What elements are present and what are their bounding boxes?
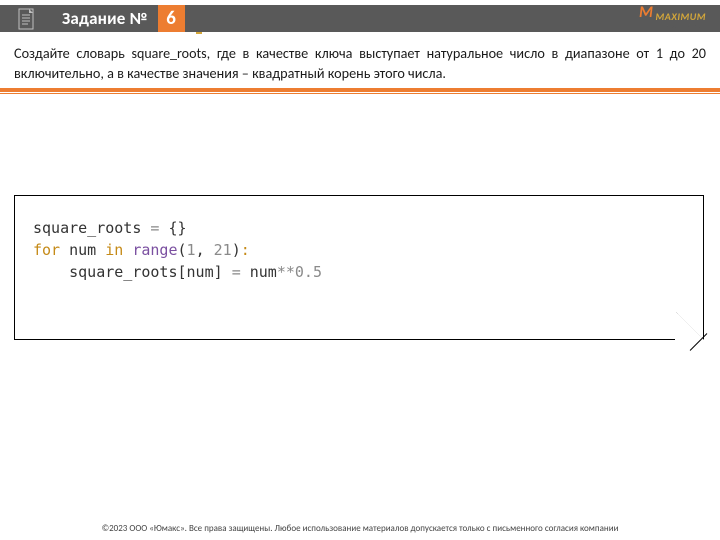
- accent-line: [196, 32, 202, 34]
- code-token: [33, 263, 69, 281]
- code-token: 21: [214, 241, 232, 259]
- code-token: ,: [196, 241, 214, 259]
- code-token: {}: [168, 219, 186, 237]
- logo-subtext: EDUCATION: [666, 22, 704, 30]
- code-token: in: [105, 241, 132, 259]
- code-token: 1: [187, 241, 196, 259]
- code-token: =: [150, 219, 168, 237]
- code-token: num: [250, 263, 277, 281]
- slide: Задание № 6 MMAXIMUM EDUCATION Создайте …: [0, 0, 720, 540]
- prompt-part1: Создайте словарь: [14, 44, 132, 62]
- logo-mark: M: [639, 3, 653, 22]
- prompt-identifier: square_roots: [132, 45, 207, 62]
- task-label: Задание №: [62, 8, 148, 29]
- code-token: square_roots[num]: [69, 263, 232, 281]
- code-token: square_roots: [33, 219, 150, 237]
- code-token: (: [178, 241, 187, 259]
- code-block: square_roots = {} for num in range(1, 21…: [14, 195, 704, 340]
- header-bar: Задание № 6: [0, 5, 720, 32]
- task-prompt: Создайте словарь square_roots, где в кач…: [14, 44, 706, 83]
- divider-thin: [0, 93, 720, 94]
- code-token: ): [232, 241, 241, 259]
- code-token: for: [33, 241, 69, 259]
- code-token: range: [132, 241, 177, 259]
- code-token: :: [241, 241, 250, 259]
- code-content: square_roots = {} for num in range(1, 21…: [33, 218, 685, 283]
- document-icon: [16, 7, 40, 31]
- copyright-footer: ©2023 ООО «Юмакс». Все права защищены. Л…: [0, 523, 720, 534]
- code-token: num: [69, 241, 105, 259]
- page-curl: [676, 312, 704, 340]
- code-token: **: [277, 263, 295, 281]
- code-token: 0.5: [295, 263, 322, 281]
- divider-thick: [0, 88, 720, 92]
- task-number: 6: [158, 5, 185, 32]
- code-token: =: [232, 263, 250, 281]
